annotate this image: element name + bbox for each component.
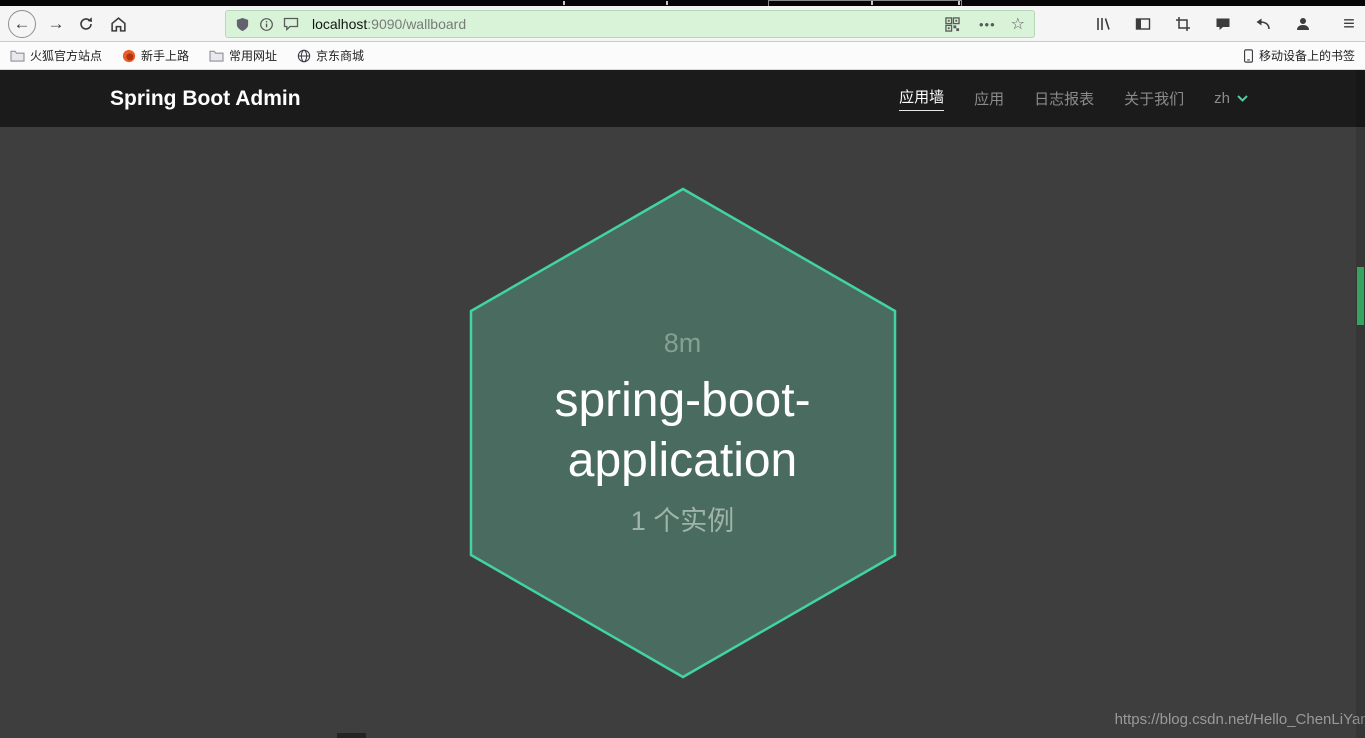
hamburger-icon: ≡ — [1343, 14, 1355, 34]
toolbar-right-cluster: ≡ — [1091, 12, 1361, 36]
vertical-scrollbar-thumb[interactable] — [1357, 267, 1364, 325]
url-text: localhost:9090/wallboard — [312, 16, 466, 32]
tab-separator — [563, 1, 565, 5]
bookmark-item[interactable]: 常用网址 — [209, 47, 277, 64]
sidebar-icon[interactable] — [1131, 12, 1155, 36]
home-button[interactable] — [104, 10, 132, 38]
home-icon — [110, 16, 127, 33]
bookmark-label: 新手上路 — [141, 47, 189, 64]
watermark-text: https://blog.csdn.net/Hello_ChenLiYang — [1115, 711, 1365, 728]
url-path: :9090/wallboard — [367, 16, 466, 32]
horizontal-scrollbar-thumb[interactable] — [337, 733, 366, 738]
firefox-icon — [122, 49, 136, 63]
app-nav: 应用墙 应用 日志报表 关于我们 zh — [899, 86, 1248, 111]
crop-icon[interactable] — [1171, 12, 1195, 36]
account-icon[interactable] — [1291, 12, 1315, 36]
bookmark-label: 常用网址 — [229, 47, 277, 64]
chat-icon[interactable] — [1211, 12, 1235, 36]
shield-icon[interactable] — [235, 17, 250, 32]
reload-button[interactable] — [72, 10, 100, 38]
screen: ← → localhost:9090/wallboard — [0, 0, 1365, 738]
nav-about[interactable]: 关于我们 — [1124, 88, 1184, 109]
bookmark-label: 京东商城 — [316, 47, 364, 64]
qr-scan-icon[interactable] — [940, 12, 964, 36]
bookmark-item[interactable]: 新手上路 — [122, 47, 189, 64]
bookmark-item[interactable]: 京东商城 — [297, 47, 364, 64]
wallboard-area: 8m spring-boot-application 1 个实例 https:/… — [0, 127, 1365, 738]
mobile-icon — [1243, 49, 1254, 63]
bookmark-star-icon[interactable]: ☆ — [1011, 14, 1025, 34]
tab-separator — [666, 1, 668, 5]
page-actions-icon[interactable]: ••• — [979, 17, 996, 32]
mobile-bookmarks[interactable]: 移动设备上的书签 — [1243, 47, 1355, 64]
browser-toolbar: ← → localhost:9090/wallboard — [0, 6, 1365, 42]
globe-icon — [297, 49, 311, 63]
forward-icon: → — [48, 14, 65, 34]
nav-journal[interactable]: 日志报表 — [1034, 88, 1094, 109]
url-bar[interactable]: localhost:9090/wallboard ••• ☆ — [225, 10, 1035, 38]
instance-count: 1 个实例 — [631, 499, 735, 538]
vertical-scrollbar[interactable] — [1356, 70, 1365, 738]
hexagon-content: 8m spring-boot-application 1 个实例 — [468, 187, 898, 679]
chevron-down-icon — [1237, 95, 1248, 102]
application-hexagon[interactable]: 8m spring-boot-application 1 个实例 — [468, 187, 898, 679]
forward-button[interactable]: → — [42, 10, 70, 38]
nav-applications[interactable]: 应用 — [974, 88, 1004, 109]
library-icon[interactable] — [1091, 12, 1115, 36]
permission-bubble-icon[interactable] — [283, 17, 299, 31]
brand-title: Spring Boot Admin — [110, 87, 301, 111]
language-value: zh — [1214, 90, 1230, 107]
undo-icon[interactable] — [1251, 12, 1275, 36]
reload-icon — [78, 16, 94, 32]
mobile-bookmarks-label: 移动设备上的书签 — [1259, 47, 1355, 64]
menu-button[interactable]: ≡ — [1337, 12, 1361, 36]
uptime-value: 8m — [664, 328, 702, 359]
bookmarks-bar: 火狐官方站点 新手上路 常用网址 京东商城 移动设备上的书签 — [0, 42, 1365, 70]
url-host: localhost — [312, 16, 367, 32]
folder-icon — [209, 49, 224, 62]
info-icon[interactable] — [259, 17, 274, 32]
back-icon: ← — [14, 14, 31, 34]
nav-wallboard[interactable]: 应用墙 — [899, 86, 944, 111]
bookmark-item[interactable]: 火狐官方站点 — [10, 47, 102, 64]
back-button[interactable]: ← — [8, 10, 36, 38]
language-selector[interactable]: zh — [1214, 90, 1248, 107]
app-header: Spring Boot Admin 应用墙 应用 日志报表 关于我们 zh — [0, 70, 1365, 127]
bookmark-label: 火狐官方站点 — [30, 47, 102, 64]
folder-icon — [10, 49, 25, 62]
page-viewport: Spring Boot Admin 应用墙 应用 日志报表 关于我们 zh — [0, 70, 1365, 738]
application-name: spring-boot-application — [513, 371, 853, 491]
